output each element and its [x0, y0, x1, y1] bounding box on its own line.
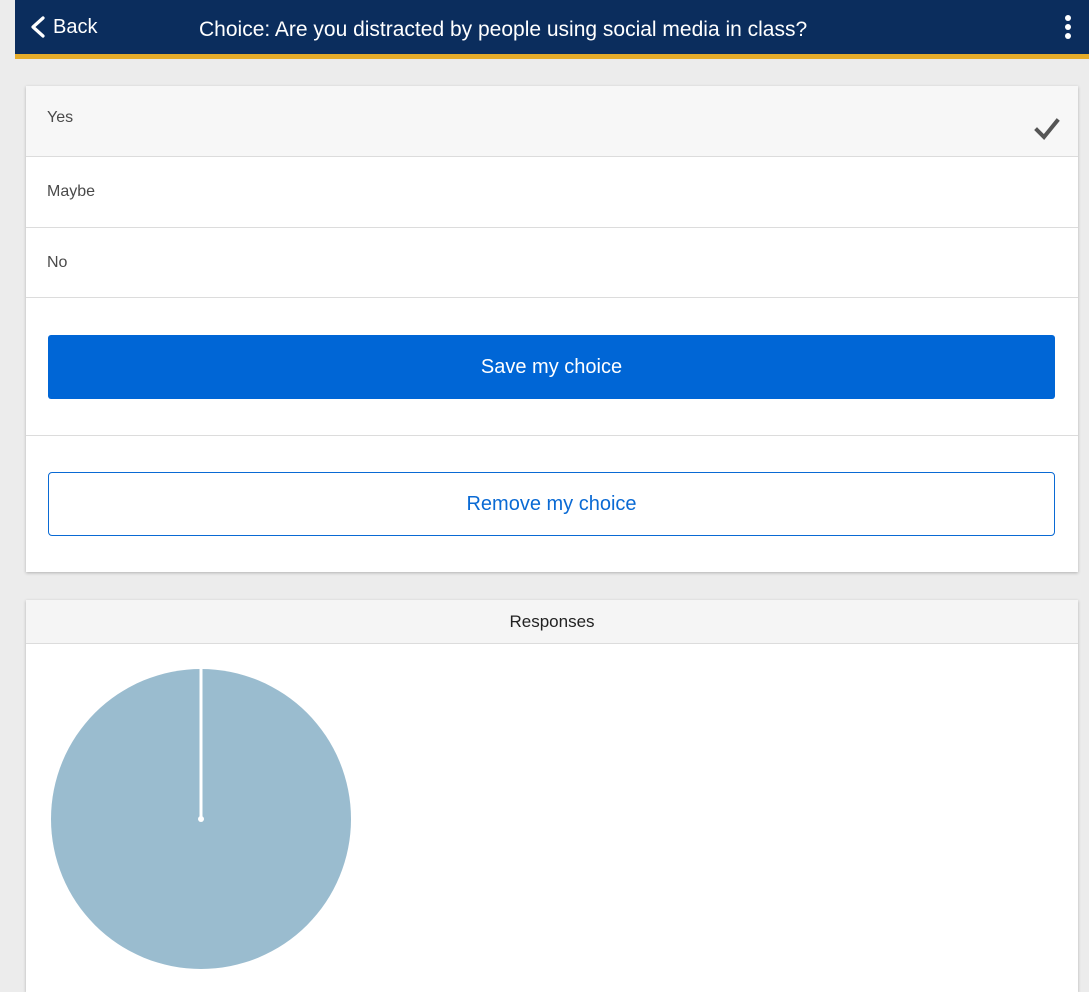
choice-card: Yes Maybe No Save my choice Remove my ch…	[26, 86, 1078, 572]
remove-choice-button[interactable]: Remove my choice	[48, 472, 1055, 536]
responses-pie-chart	[26, 644, 376, 992]
back-label: Back	[53, 15, 98, 38]
top-app-bar: Back Choice: Are you distracted by peopl…	[15, 0, 1089, 59]
option-no[interactable]: No	[26, 228, 1078, 298]
responses-card: Responses	[26, 600, 1078, 992]
option-label: No	[47, 253, 68, 271]
option-yes[interactable]: Yes	[26, 86, 1078, 157]
more-vertical-icon	[1065, 15, 1071, 39]
option-label: Yes	[47, 109, 74, 126]
option-label: Maybe	[47, 183, 96, 200]
chevron-left-icon	[31, 16, 45, 38]
remove-section: Remove my choice	[26, 436, 1078, 572]
back-button[interactable]: Back	[29, 0, 97, 54]
save-section: Save my choice	[26, 298, 1078, 436]
pie-center-dot	[198, 816, 204, 822]
more-options-button[interactable]	[1053, 0, 1083, 54]
page-title: Choice: Are you distracted by people usi…	[199, 18, 808, 41]
checkmark-icon	[1034, 118, 1060, 140]
pie-chart-svg	[51, 669, 351, 969]
save-choice-button[interactable]: Save my choice	[48, 335, 1055, 399]
option-maybe[interactable]: Maybe	[26, 157, 1078, 228]
responses-title: Responses	[26, 600, 1078, 644]
